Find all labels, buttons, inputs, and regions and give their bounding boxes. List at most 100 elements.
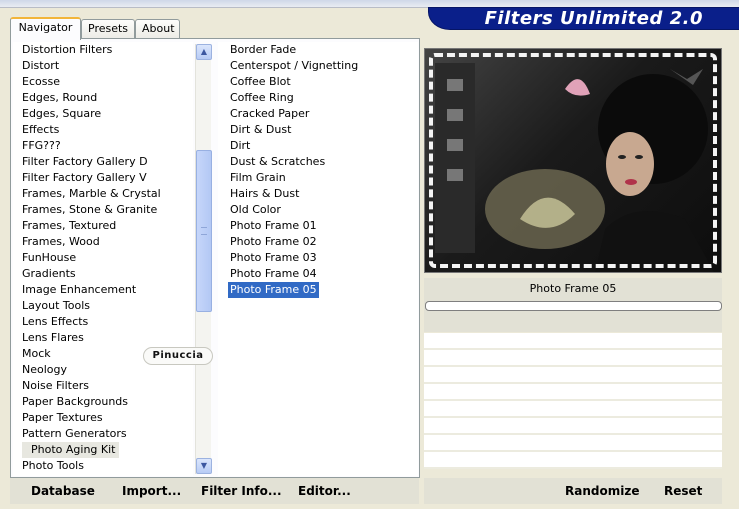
category-scrollbar[interactable]: ▲ ▼ <box>195 44 212 474</box>
progress-bar <box>425 301 722 311</box>
randomize-button[interactable]: Randomize <box>565 482 639 500</box>
filter-label: Dirt <box>230 139 251 152</box>
filter-item[interactable]: Old Color <box>218 202 418 218</box>
filter-item[interactable]: Coffee Ring <box>218 90 418 106</box>
filter-label: Centerspot / Vignetting <box>230 59 359 72</box>
filter-item[interactable]: Hairs & Dust <box>218 186 418 202</box>
category-item[interactable]: Pattern Generators <box>13 426 193 442</box>
watermark-badge: Pinuccia <box>143 347 213 365</box>
tab-about[interactable]: About <box>135 19 180 39</box>
category-item[interactable]: Gradients <box>13 266 193 282</box>
category-label: FFG??? <box>22 139 61 152</box>
category-item[interactable]: Lens Effects <box>13 314 193 330</box>
filter-label: Cracked Paper <box>230 107 310 120</box>
filter-item[interactable]: Photo Frame 01 <box>218 218 418 234</box>
category-label: Edges, Square <box>22 107 102 120</box>
filter-label: Coffee Blot <box>230 75 291 88</box>
filter-item[interactable]: Dirt & Dust <box>218 122 418 138</box>
category-item[interactable]: Ecosse <box>13 74 193 90</box>
tab-presets[interactable]: Presets <box>81 19 135 39</box>
category-item[interactable]: FunHouse <box>13 250 193 266</box>
filter-item[interactable]: Photo Frame 05 <box>218 282 418 298</box>
category-label: Distortion Filters <box>22 43 113 56</box>
category-item[interactable]: Paper Textures <box>13 410 193 426</box>
category-label: Frames, Marble & Crystal <box>22 187 161 200</box>
category-item[interactable]: Lens Flares <box>13 330 193 346</box>
category-label: Lens Flares <box>22 331 84 344</box>
scroll-up-button[interactable]: ▲ <box>196 44 212 60</box>
bottom-toolbar-right: Randomize Reset <box>424 478 722 504</box>
filter-item[interactable]: Photo Frame 03 <box>218 250 418 266</box>
category-label: Paper Backgrounds <box>22 395 129 408</box>
scroll-grip-icon <box>201 227 207 235</box>
category-item[interactable]: Layout Tools <box>13 298 193 314</box>
category-label: Gradients <box>22 267 76 280</box>
category-item[interactable]: Effects <box>13 122 193 138</box>
category-label: Pattern Generators <box>22 427 127 440</box>
filter-item[interactable]: Centerspot / Vignetting <box>218 58 418 74</box>
category-label: Frames, Stone & Granite <box>22 203 158 216</box>
category-item[interactable]: Noise Filters <box>13 378 193 394</box>
filter-item[interactable]: Coffee Blot <box>218 74 418 90</box>
filter-item[interactable]: Film Grain <box>218 170 418 186</box>
category-item[interactable]: Image Enhancement <box>13 282 193 298</box>
parameter-slot <box>424 418 722 435</box>
filter-item[interactable]: Cracked Paper <box>218 106 418 122</box>
category-item[interactable]: Photo Tools <box>13 458 193 474</box>
database-button[interactable]: Database <box>31 482 95 500</box>
filter-label: Photo Frame 03 <box>230 251 317 264</box>
parameter-slot <box>424 350 722 367</box>
parameter-slot <box>424 333 722 350</box>
import-button[interactable]: Import... <box>122 482 181 500</box>
category-label: Photo Aging Kit <box>22 442 120 458</box>
bottom-toolbar-left: Database Import... Filter Info... Editor… <box>10 478 419 504</box>
category-item[interactable]: Paper Backgrounds <box>13 394 193 410</box>
tab-navigator[interactable]: Navigator <box>10 17 81 40</box>
filter-item[interactable]: Dust & Scratches <box>218 154 418 170</box>
category-label: Frames, Textured <box>22 219 117 232</box>
filter-label: Photo Frame 04 <box>230 267 317 280</box>
category-label: Paper Textures <box>22 411 103 424</box>
filter-item[interactable]: Photo Frame 04 <box>218 266 418 282</box>
category-item[interactable]: Filter Factory Gallery D <box>13 154 193 170</box>
category-label: Photo Tools <box>22 459 84 472</box>
category-item[interactable]: Distort <box>13 58 193 74</box>
category-label: Distort <box>22 59 60 72</box>
filter-item[interactable]: Photo Frame 02 <box>218 234 418 250</box>
category-label: Noise Filters <box>22 379 89 392</box>
category-label: Frames, Wood <box>22 235 100 248</box>
editor-button[interactable]: Editor... <box>298 482 351 500</box>
category-item[interactable]: Frames, Wood <box>13 234 193 250</box>
category-item[interactable]: Frames, Stone & Granite <box>13 202 193 218</box>
category-item[interactable]: Photo Aging Kit <box>13 442 193 458</box>
parameter-slot <box>424 452 722 469</box>
scroll-thumb[interactable] <box>196 150 212 312</box>
scroll-down-button[interactable]: ▼ <box>196 458 212 474</box>
filter-label: Dust & Scratches <box>230 155 326 168</box>
filter-label: Film Grain <box>230 171 286 184</box>
filter-item[interactable]: Dirt <box>218 138 418 154</box>
category-item[interactable]: Filter Factory Gallery V <box>13 170 193 186</box>
title-banner: Filters Unlimited 2.0 <box>428 7 739 30</box>
filter-item[interactable]: Border Fade <box>218 42 418 58</box>
category-label: Lens Effects <box>22 315 89 328</box>
category-item[interactable]: Edges, Round <box>13 90 193 106</box>
filter-label: Old Color <box>230 203 281 216</box>
parameter-slot <box>424 367 722 384</box>
category-item[interactable]: Frames, Marble & Crystal <box>13 186 193 202</box>
category-item[interactable]: Edges, Square <box>13 106 193 122</box>
category-label: Neology <box>22 363 68 376</box>
category-list[interactable]: Distortion Filters Distort Ecosse Edges, Ro… <box>13 42 193 476</box>
category-item[interactable]: Distortion Filters <box>13 42 193 58</box>
filter-list[interactable]: Border Fade Centerspot / Vignetting Coffee… <box>218 42 418 476</box>
reset-button[interactable]: Reset <box>664 482 702 500</box>
filter-label: Photo Frame 02 <box>230 235 317 248</box>
filter-label: Photo Frame 05 <box>228 282 319 298</box>
filter-label: Coffee Ring <box>230 91 294 104</box>
category-item[interactable]: FFG??? <box>13 138 193 154</box>
preview-torn-edge <box>429 53 717 268</box>
category-item[interactable]: Frames, Textured <box>13 218 193 234</box>
window-title: Filters Unlimited 2.0 <box>484 8 703 29</box>
filter-info-button[interactable]: Filter Info... <box>201 482 282 500</box>
category-label: Filter Factory Gallery D <box>22 155 148 168</box>
